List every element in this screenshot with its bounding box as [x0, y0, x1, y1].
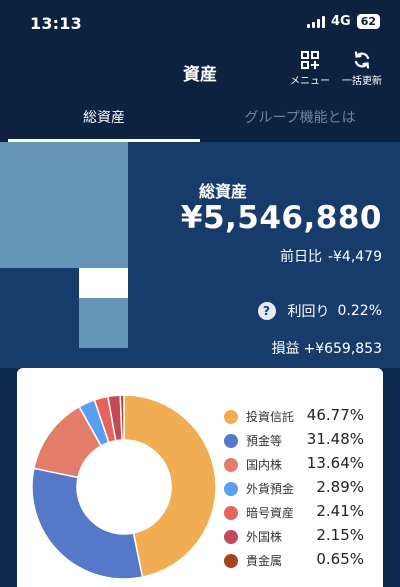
legend-value: 13.64% — [306, 454, 364, 472]
legend-item: 国内株 13.64% — [222, 454, 372, 478]
status-indicators: 4G 62 — [306, 14, 380, 29]
legend-label: 投資信託 — [246, 410, 295, 424]
treemap-block — [79, 268, 128, 298]
profit-loss-label: 損益 — [271, 341, 300, 357]
chart-legend: 投資信託 46.77% 預金等 31.48% 国内株 13.64% 外貨預金 2.89% 暗号資… — [222, 406, 372, 574]
legend-value: 2.41% — [316, 502, 364, 520]
legend-swatch — [224, 410, 238, 424]
profit-loss-value: +¥659,853 — [303, 341, 382, 357]
legend-item: 預金等 31.48% — [222, 430, 372, 454]
refresh-label: 一括更新 — [342, 76, 382, 87]
yield-row: ? 利回り 0.22% — [257, 301, 382, 321]
legend-value: 0.65% — [316, 550, 364, 568]
legend-value: 46.77% — [306, 406, 364, 424]
grid-plus-icon — [301, 51, 319, 69]
legend-swatch — [224, 458, 238, 472]
legend-item: 貴金属 0.65% — [222, 550, 372, 574]
legend-label: 暗号資産 — [246, 506, 295, 520]
legend-label: 預金等 — [246, 434, 283, 448]
legend-value: 2.89% — [316, 478, 364, 496]
legend-label: 外国株 — [246, 530, 283, 544]
total-assets-value: ¥5,546,880 — [180, 200, 382, 236]
status-time: 13:13 — [30, 14, 82, 33]
day-over-day-label: 前日比 — [279, 249, 322, 265]
legend-swatch — [224, 482, 238, 496]
legend-swatch — [224, 506, 238, 520]
profit-loss: 損益 +¥659,853 — [271, 338, 382, 358]
help-icon[interactable]: ? — [257, 302, 276, 320]
status-bar: 13:13 4G 62 — [0, 0, 400, 48]
legend-item: 外国株 2.15% — [222, 526, 372, 550]
legend-label: 貴金属 — [246, 554, 283, 568]
legend-swatch — [224, 554, 238, 568]
legend-swatch — [224, 434, 238, 448]
signal-icon — [306, 15, 325, 28]
tab-bar: 総資産 グループ機能とは — [0, 98, 400, 142]
menu-button[interactable]: メニュー — [286, 50, 334, 87]
treemap-block — [0, 142, 128, 268]
legend-value: 2.15% — [316, 526, 364, 544]
tab-total-assets[interactable]: 総資産 — [8, 98, 200, 142]
legend-item: 外貨預金 2.89% — [222, 478, 372, 502]
pie-slice-0 — [123, 394, 217, 579]
day-over-day: 前日比 -¥4,479 — [280, 246, 382, 266]
legend-value: 31.48% — [306, 430, 364, 448]
legend-label: 国内株 — [246, 458, 283, 472]
treemap-block — [79, 298, 128, 348]
asset-summary: 総資産 ¥5,546,880 前日比 -¥4,479 ? 利回り 0.22% 損益… — [0, 142, 400, 368]
legend-label: 外貨預金 — [246, 482, 295, 496]
network-type: 4G — [330, 14, 351, 29]
tab-group-feature[interactable]: グループ機能とは — [200, 98, 400, 142]
allocation-donut-chart — [31, 394, 217, 580]
yield-value: 0.22% — [337, 303, 382, 319]
refresh-all-button[interactable]: 一括更新 — [336, 50, 388, 87]
legend-item: 投資信託 46.77% — [222, 406, 372, 430]
pie-slice-1 — [31, 467, 144, 580]
total-assets-label: 総資産 — [199, 182, 248, 201]
legend-item: 暗号資産 2.41% — [222, 502, 372, 526]
legend-swatch — [224, 530, 238, 544]
app-header: 資産 メニュー 一括更新 — [0, 48, 400, 98]
refresh-icon — [354, 51, 370, 69]
battery-icon: 62 — [356, 14, 380, 29]
yield-label: 利回り — [287, 304, 330, 320]
allocation-chart-card: 投資信託 46.77% 預金等 31.48% 国内株 13.64% 外貨預金 2.89% 暗号資… — [17, 368, 383, 587]
menu-label: メニュー — [290, 76, 330, 87]
day-over-day-value: -¥4,479 — [327, 249, 382, 265]
